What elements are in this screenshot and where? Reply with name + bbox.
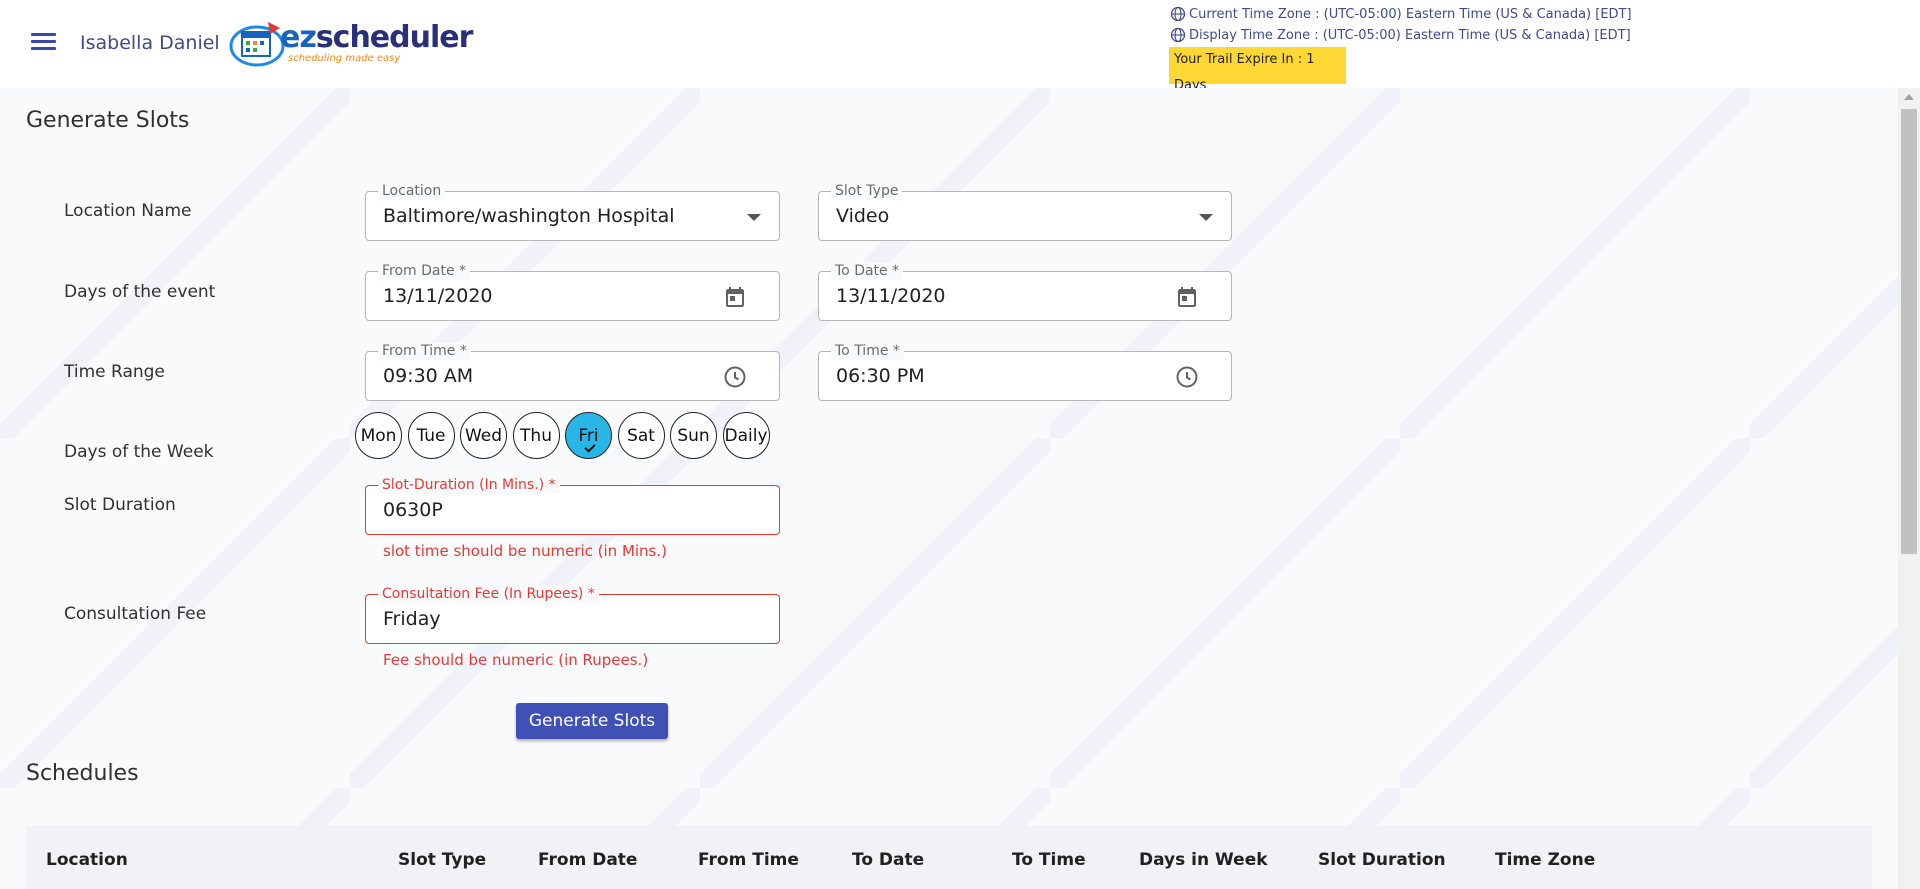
column-time-zone[interactable]: Time Zone <box>1495 850 1595 870</box>
slot-duration-field[interactable]: Slot-Duration (In Mins.) * 0630P <box>365 476 780 535</box>
scrollbar[interactable] <box>1898 88 1920 889</box>
schedules-title: Schedules <box>26 761 139 786</box>
location-select[interactable]: Location Baltimore/washington Hospital <box>365 182 780 241</box>
label-slot-duration: Slot Duration <box>64 495 176 515</box>
username: Isabella Daniel <box>80 32 220 54</box>
day-chip-sun[interactable]: Sun <box>670 412 717 459</box>
clock-icon[interactable] <box>723 365 747 389</box>
slot-duration-error: slot time should be numeric (in Mins.) <box>383 542 667 560</box>
day-chip-sat[interactable]: Sat <box>617 412 665 459</box>
column-to-date[interactable]: To Date <box>852 850 924 870</box>
day-chip-daily[interactable]: Daily <box>722 412 770 459</box>
day-chip-wed[interactable]: Wed <box>460 412 507 459</box>
menu-icon[interactable] <box>31 33 56 51</box>
column-from-date[interactable]: From Date <box>538 850 637 870</box>
current-timezone: Current Time Zone : (UTC-05:00) Eastern … <box>1170 6 1632 22</box>
column-slot-type[interactable]: Slot Type <box>398 850 486 870</box>
calendar-logo-icon <box>229 22 285 67</box>
consultation-fee-error: Fee should be numeric (in Rupees.) <box>383 651 649 669</box>
from-time-field[interactable]: From Time * 09:30 AM <box>365 342 780 401</box>
label-location-name: Location Name <box>64 201 192 221</box>
globe-icon <box>1170 6 1186 22</box>
top-bar: Isabella Daniel ezscheduler scheduling m… <box>0 0 1920 93</box>
label-days-of-week: Days of the Week <box>64 442 214 462</box>
days-of-week-chips: Mon Tue Wed Thu Fri Sat Sun Daily <box>355 412 775 459</box>
column-location[interactable]: Location <box>46 850 128 870</box>
generate-slots-title: Generate Slots <box>26 108 190 133</box>
globe-icon <box>1170 27 1186 43</box>
to-time-field[interactable]: To Time * 06:30 PM <box>818 342 1232 401</box>
label-consultation-fee: Consultation Fee <box>64 604 207 624</box>
day-chip-thu[interactable]: Thu <box>512 412 560 459</box>
generate-slots-button[interactable]: Generate Slots <box>516 703 668 739</box>
schedules-table-header: Location Slot Type From Date From Time T… <box>26 826 1872 889</box>
day-chip-fri[interactable]: Fri <box>565 412 612 459</box>
from-date-field[interactable]: From Date * 13/11/2020 <box>365 262 780 321</box>
slot-type-select[interactable]: Slot Type Video <box>818 182 1232 241</box>
clock-icon[interactable] <box>1175 365 1199 389</box>
display-timezone: Display Time Zone : (UTC-05:00) Eastern … <box>1170 27 1631 43</box>
label-time-range: Time Range <box>64 362 165 382</box>
chevron-down-icon[interactable] <box>747 214 761 221</box>
column-days-in-week[interactable]: Days in Week <box>1139 850 1268 870</box>
column-from-time[interactable]: From Time <box>698 850 799 870</box>
day-chip-mon[interactable]: Mon <box>355 412 402 459</box>
day-chip-tue[interactable]: Tue <box>407 412 455 459</box>
calendar-icon[interactable] <box>723 285 747 309</box>
label-days-of-event: Days of the event <box>64 282 216 302</box>
logo-tagline: scheduling made easy <box>288 53 401 64</box>
scroll-thumb[interactable] <box>1901 109 1917 554</box>
trial-badge: Your Trail Expire In : 1 Days <box>1169 47 1346 93</box>
scroll-up-icon[interactable] <box>1904 94 1914 100</box>
chevron-down-icon[interactable] <box>1199 214 1213 221</box>
to-date-field[interactable]: To Date * 13/11/2020 <box>818 262 1232 321</box>
column-to-time[interactable]: To Time <box>1012 850 1086 870</box>
logo: ezscheduler scheduling made easy <box>228 18 473 68</box>
consultation-fee-field[interactable]: Consultation Fee (In Rupees) * Friday <box>365 585 780 644</box>
calendar-icon[interactable] <box>1175 285 1199 309</box>
logo-text: ezscheduler <box>280 20 473 55</box>
column-slot-duration[interactable]: Slot Duration <box>1318 850 1446 870</box>
